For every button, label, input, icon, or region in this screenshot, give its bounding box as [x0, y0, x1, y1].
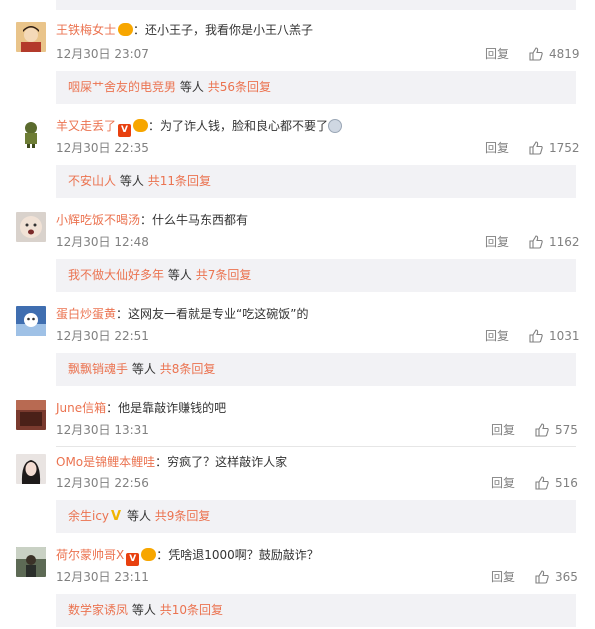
like-button[interactable]: 365 [535, 569, 578, 585]
comment-text: ：他是靠敲诈赚钱的吧 [106, 401, 227, 415]
avatar[interactable] [16, 454, 46, 484]
thumbs-up-icon [529, 329, 543, 343]
avatar[interactable] [16, 212, 46, 242]
reply-button[interactable]: 回复 [485, 328, 509, 344]
replies-suffix: 等人 [131, 362, 156, 376]
replies-count-link[interactable]: 共8条回复 [160, 362, 216, 376]
thumbs-up-icon [529, 141, 543, 155]
replies-count-link[interactable]: 共56条回复 [208, 80, 271, 94]
comment-username[interactable]: 羊又走丢了 [56, 119, 116, 133]
avatar[interactable] [16, 118, 46, 148]
like-button[interactable]: 1752 [529, 140, 580, 156]
like-count: 516 [555, 476, 578, 490]
like-count: 1752 [549, 141, 580, 155]
comment-time: 12月30日 22:56 [56, 476, 149, 490]
reply-button[interactable]: 回复 [485, 46, 509, 62]
reply-user-link[interactable]: 不安山人 [68, 174, 116, 188]
like-button[interactable]: 516 [535, 475, 578, 491]
reply-user-link[interactable]: 余生icy [68, 509, 109, 523]
reply-user-link[interactable]: 我不做大仙好多年 [68, 268, 164, 282]
reply-button[interactable]: 回复 [491, 569, 515, 585]
yellow-v-icon: V [111, 509, 122, 524]
reply-user-link[interactable]: 咽屎艹舍友的电竞男 [68, 80, 176, 94]
comment-text: ：穷疯了？这样敲诈人家 [155, 455, 288, 469]
comment-time: 12月30日 22:51 [56, 329, 149, 343]
comment-username[interactable]: 小辉吃饭不喝汤 [56, 213, 140, 227]
avatar[interactable] [16, 306, 46, 336]
like-button[interactable]: 1162 [529, 234, 580, 250]
vip-badge-icon: V [118, 124, 132, 137]
thumbs-up-icon [529, 235, 543, 249]
replies-suffix: 等人 [126, 509, 151, 523]
avatar[interactable] [16, 400, 46, 430]
comment-text: ：凭啥退1000啊？鼓励敲诈？ [156, 548, 319, 562]
comment-text: ：什么牛马东西都有 [140, 213, 249, 227]
comment-time: 12月30日 23:07 [56, 47, 149, 61]
like-count: 1162 [549, 235, 580, 249]
comment-time: 12月30日 12:48 [56, 235, 149, 249]
replies-summary[interactable]: 不安山人 等人 共11条回复 [56, 165, 576, 198]
replies-suffix: 等人 [119, 174, 144, 188]
fan-badge-icon [141, 548, 157, 561]
like-count: 365 [555, 570, 578, 584]
replies-suffix: 等人 [167, 268, 192, 282]
reply-user-link[interactable]: 飘飘销魂手 [68, 362, 128, 376]
reply-button[interactable]: 回复 [491, 475, 515, 491]
like-button[interactable]: 1031 [529, 328, 580, 344]
comment-time: 12月30日 22:35 [56, 141, 149, 155]
comment-username[interactable]: OMo是锦鲤本鲤哇 [56, 455, 155, 469]
replies-suffix: 等人 [131, 603, 156, 617]
comment-username[interactable]: 荷尔蒙帅哥X [56, 548, 124, 562]
emoji-icon [328, 119, 343, 133]
avatar[interactable] [16, 22, 46, 52]
replies-summary[interactable]: 余生icy V 等人 共9条回复 [56, 500, 576, 533]
previous-replies-box [56, 0, 576, 10]
reply-button[interactable]: 回复 [491, 422, 515, 438]
comment-text: ：还小王子，我看你是小王八羔子 [133, 23, 314, 37]
like-count: 1031 [549, 329, 580, 343]
replies-suffix: 等人 [179, 80, 204, 94]
comment-username[interactable]: 王铁梅女士 [56, 23, 116, 37]
like-button[interactable]: 4819 [529, 46, 580, 62]
thumbs-up-icon [535, 423, 549, 437]
comment-username[interactable]: 蛋白炒蛋黄 [56, 307, 116, 321]
thumbs-up-icon [529, 47, 543, 61]
comment-time: 12月30日 13:31 [56, 423, 149, 437]
replies-summary[interactable]: 数学家诱凤 等人 共10条回复 [56, 594, 576, 627]
reply-button[interactable]: 回复 [485, 140, 509, 156]
replies-count-link[interactable]: 共11条回复 [148, 174, 211, 188]
like-button[interactable]: 575 [535, 422, 578, 438]
thumbs-up-icon [535, 570, 549, 584]
replies-summary[interactable]: 飘飘销魂手 等人 共8条回复 [56, 353, 576, 386]
divider [56, 446, 576, 447]
fan-badge-icon [118, 23, 134, 36]
replies-summary[interactable]: 咽屎艹舍友的电竞男 等人 共56条回复 [56, 71, 576, 104]
replies-count-link[interactable]: 共10条回复 [160, 603, 223, 617]
vip-badge-icon: V [126, 553, 140, 566]
like-count: 4819 [549, 47, 580, 61]
comment-time: 12月30日 23:11 [56, 570, 149, 584]
avatar[interactable] [16, 547, 46, 577]
replies-count-link[interactable]: 共7条回复 [196, 268, 252, 282]
replies-count-link[interactable]: 共9条回复 [155, 509, 211, 523]
like-count: 575 [555, 423, 578, 437]
reply-user-link[interactable]: 数学家诱凤 [68, 603, 128, 617]
replies-summary[interactable]: 我不做大仙好多年 等人 共7条回复 [56, 259, 576, 292]
comment-username[interactable]: June信箱 [56, 401, 106, 415]
fan-badge-icon [133, 119, 149, 132]
comment-text: ：这网友一看就是专业“吃这碗饭”的 [116, 307, 309, 321]
comment-text: ：为了诈人钱，脸和良心都不要了 [148, 119, 329, 133]
reply-button[interactable]: 回复 [485, 234, 509, 250]
thumbs-up-icon [535, 476, 549, 490]
